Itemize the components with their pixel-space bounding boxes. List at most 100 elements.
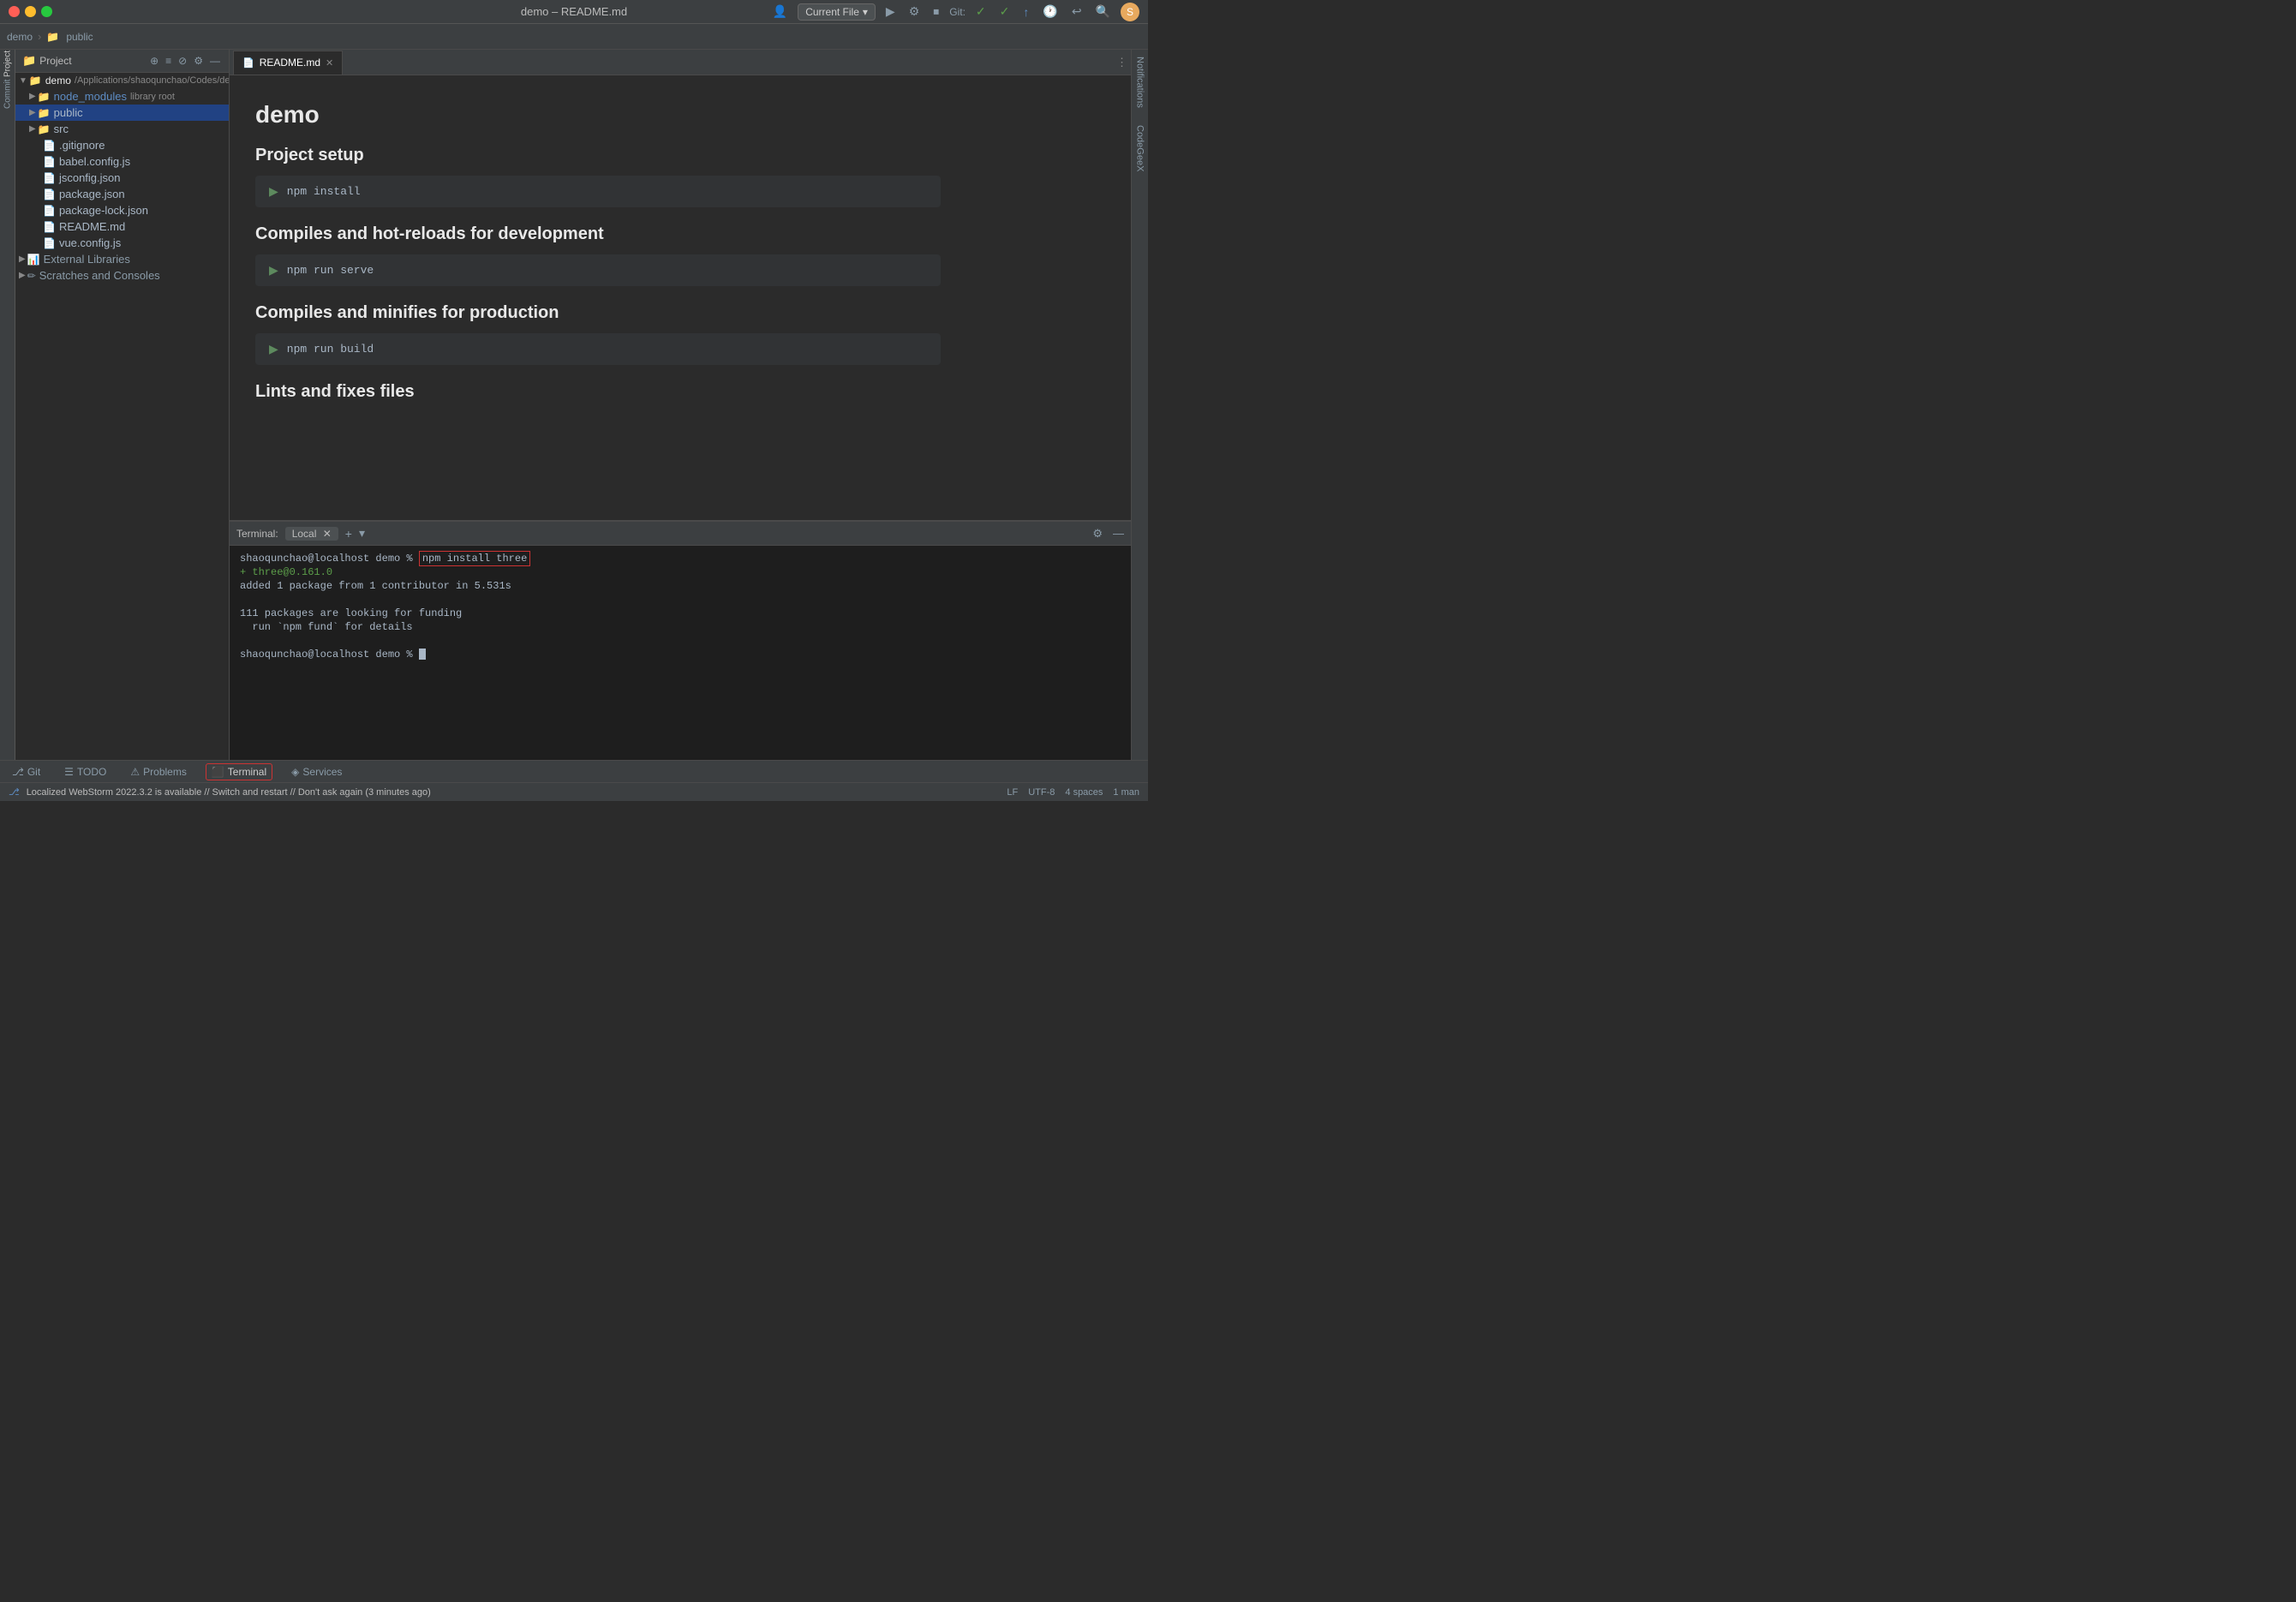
folder-closed-icon: 📁 [22,54,36,68]
terminal-settings-icon[interactable]: ⚙ [1092,527,1103,541]
tree-item-vue-config[interactable]: 📄 vue.config.js [15,235,229,251]
right-sidebar: Notifications CodeGeeX [1131,50,1148,760]
node-modules-folder-icon: 📁 [38,91,51,103]
run-icon[interactable]: ▶ [882,3,899,21]
ext-arrow-icon: ▶ [19,254,26,264]
search-icon[interactable]: 🔍 [1092,3,1114,21]
section-lint-title: Lints and fixes files [255,382,941,402]
tree-item-scratches[interactable]: ▶ ✏ Scratches and Consoles [15,267,229,284]
terminal-line-8: shaoqunchao@localhost demo % [240,649,1121,661]
code-build: npm run build [287,343,374,356]
public-folder-icon: 📁 [38,107,51,119]
package-icon: 📄 [43,188,56,200]
history-icon[interactable]: 🕐 [1039,3,1061,21]
code-block-build: ▶ npm run build [255,333,941,365]
terminal-minimize-icon[interactable]: — [1113,527,1124,540]
terminal-tab-close[interactable]: ✕ [323,528,332,540]
terminal-prompt-2: shaoqunchao@localhost demo % [240,649,419,661]
tab-more-icon[interactable]: ⋮ [1116,56,1127,69]
tree-item-public[interactable]: ▶ 📁 public [15,105,229,121]
tab-close-icon[interactable]: ✕ [326,57,333,69]
git-check-icon[interactable]: ✓ [972,3,990,21]
revert-icon[interactable]: ↩ [1068,3,1085,21]
stop-icon[interactable]: ⏹ [930,3,942,21]
terminal-command: npm install three [419,551,530,566]
file-tree-header: 📁 Project ⊕ ≡ ⊘ ⚙ — [15,50,229,73]
tree-item-gitignore[interactable]: 📄 .gitignore [15,137,229,153]
terminal-add-icon[interactable]: + [345,527,352,541]
external-libs-label: External Libraries [44,253,130,266]
git-branch-icon: ⎇ [9,786,20,798]
tree-item-jsconfig[interactable]: 📄 jsconfig.json [15,170,229,186]
scratches-icon: ✏ [27,270,36,282]
tree-item-src[interactable]: ▶ 📁 src [15,121,229,137]
git-check2-icon[interactable]: ✓ [996,3,1013,21]
arrow-down-icon: ▼ [19,76,27,86]
breadcrumb-project[interactable]: demo [7,31,33,43]
tree-item-root[interactable]: ▼ 📁 demo /Applications/shaoqunchao/Codes… [15,73,229,88]
services-icon: ◈ [291,766,299,778]
editor-terminal-area: 📄 README.md ✕ ⋮ demo Project setup ▶ npm… [230,50,1131,760]
services-label: Services [302,766,342,778]
problems-bottom-btn[interactable]: ⚠ Problems [125,764,191,780]
tree-item-node-modules[interactable]: ▶ 📁 node_modules library root [15,88,229,105]
root-path: /Applications/shaoqunchao/Codes/demo [75,75,229,86]
terminal-dropdown-icon[interactable]: ▾ [359,526,365,541]
git-push-icon[interactable]: ↑ [1019,3,1032,21]
tree-item-package-lock[interactable]: 📄 package-lock.json [15,202,229,218]
project-icon[interactable]: Project [1,57,15,70]
commit-icon[interactable]: Commit [1,87,15,101]
avatar[interactable]: S [1121,3,1139,21]
close-button[interactable] [9,6,20,17]
tree-item-babel[interactable]: 📄 babel.config.js [15,153,229,170]
readme-tab-label: README.md [260,57,320,69]
codegeex-icon[interactable]: CodeGeeX [1135,125,1145,171]
tree-item-package[interactable]: 📄 package.json [15,186,229,202]
terminal-bottom-btn[interactable]: ⬛ Terminal [206,763,272,780]
problems-label: Problems [143,766,187,778]
external-libs-icon: 📊 [27,254,40,266]
tree-close-icon[interactable]: — [208,53,222,69]
todo-bottom-btn[interactable]: ☰ TODO [59,764,111,780]
src-folder-icon: 📁 [38,123,51,135]
chevron-down-icon: ▾ [863,6,868,18]
folder-icon: 📁 [46,31,59,43]
maximize-button[interactable] [41,6,52,17]
notifications-icon[interactable]: Notifications [1135,57,1145,108]
title-bar-right: 👤 Current File ▾ ▶ ⚙ ⏹ Git: ✓ ✓ ↑ 🕐 ↩ 🔍 … [769,3,1139,21]
root-folder-icon: 📁 [29,75,42,87]
status-lf: LF [1007,787,1018,798]
section-project-setup-title: Project setup [255,146,941,165]
terminal-section: Terminal: Local ✕ + ▾ ⚙ — shaoqunchao@lo… [230,520,1131,760]
terminal-line-5: 111 packages are looking for funding [240,607,1121,619]
terminal-bottom-label: Terminal [228,766,266,778]
tree-collapse-icon[interactable]: ≡ [164,53,173,69]
tree-settings-icon[interactable]: ⚙ [192,53,205,69]
status-message[interactable]: Localized WebStorm 2022.3.2 is available… [27,787,1001,798]
tree-filter-icon[interactable]: ⊘ [176,53,188,69]
minimize-button[interactable] [25,6,36,17]
tab-readme[interactable]: 📄 README.md ✕ [233,51,343,75]
user-icon[interactable]: 👤 [769,3,791,21]
tree-item-external-libs[interactable]: ▶ 📊 External Libraries [15,251,229,267]
readme-label: README.md [59,220,125,233]
terminal-body[interactable]: shaoqunchao@localhost demo % npm install… [230,546,1131,760]
current-file-button[interactable]: Current File ▾ [798,3,876,21]
gitignore-label: .gitignore [59,139,105,152]
status-encoding: UTF-8 [1028,787,1055,798]
breadcrumb-folder[interactable]: public [66,31,93,43]
file-tree-title: Project [39,55,145,67]
debug-icon[interactable]: ⚙ [906,3,924,21]
tree-add-icon[interactable]: ⊕ [148,53,160,69]
package-lock-label: package-lock.json [59,204,148,217]
tab-bar: 📄 README.md ✕ ⋮ [230,50,1131,75]
editor-area[interactable]: demo Project setup ▶ npm install Compile… [230,75,1131,520]
git-bottom-btn[interactable]: ⎇ Git [7,764,45,780]
tree-item-readme[interactable]: 📄 README.md [15,218,229,235]
gitignore-icon: 📄 [43,140,56,152]
terminal-local-tab[interactable]: Local ✕ [285,527,338,541]
traffic-lights [9,6,52,17]
services-bottom-btn[interactable]: ◈ Services [286,764,347,780]
status-spaces: 4 spaces [1065,787,1103,798]
jsconfig-label: jsconfig.json [59,171,121,184]
